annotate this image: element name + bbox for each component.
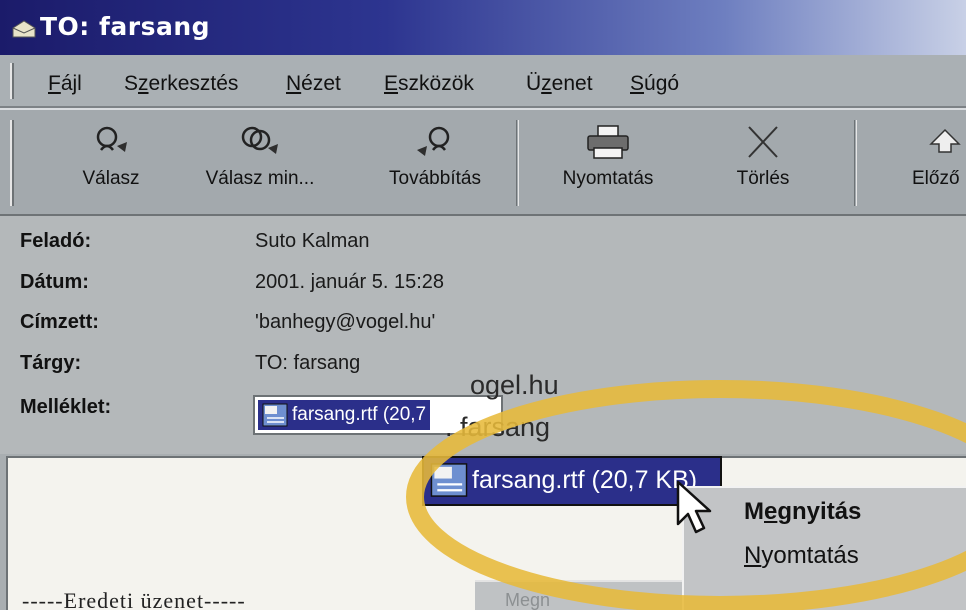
- rtf-document-icon: [262, 403, 288, 427]
- date-value: 2001. január 5. 15:28: [255, 271, 445, 293]
- attachment-chip[interactable]: farsang.rtf (20,7: [258, 400, 431, 430]
- up-arrow-icon: [929, 128, 961, 153]
- delete-button[interactable]: Törlés: [718, 124, 808, 208]
- from-label: Feladó:: [20, 230, 92, 252]
- from-value: Suto Kalman: [255, 230, 370, 252]
- original-message-separator: -----Eredeti üzenet-----: [22, 588, 246, 610]
- menu-view[interactable]: Nézet: [286, 72, 341, 96]
- reply-all-icon: [241, 126, 278, 154]
- forward-icon: [417, 126, 450, 156]
- rtf-document-icon: [430, 463, 468, 497]
- toolbar-separator: [516, 120, 519, 206]
- mail-window: TO: farsang Fájl Szerkesztés Nézet Eszkö…: [0, 0, 966, 610]
- attachment-label: Melléklet:: [20, 396, 112, 418]
- date-label: Dátum:: [20, 271, 89, 293]
- title-bar[interactable]: TO: farsang: [0, 0, 966, 55]
- subject-label: Tárgy:: [20, 352, 82, 374]
- toolbar: Válasz Válasz min... Továbbítás Nyomtatá…: [0, 108, 966, 216]
- to-label: Címzett:: [20, 311, 99, 333]
- menu-message[interactable]: Üzenet: [526, 72, 593, 96]
- toolbar-separator: [854, 120, 857, 206]
- reply-all-button[interactable]: Válasz min...: [195, 124, 325, 208]
- zoomed-to-fragment: ogel.hu: [470, 370, 559, 400]
- reply-button[interactable]: Válasz: [66, 124, 156, 208]
- window-title: TO: farsang: [40, 12, 211, 41]
- menu-bar: Fájl Szerkesztés Nézet Eszközök Üzenet S…: [0, 55, 966, 108]
- printer-icon: [587, 125, 629, 159]
- zoomed-subject-fragment: . farsang: [445, 412, 551, 442]
- to-value: 'banhegy@vogel.hu': [255, 311, 436, 333]
- print-button[interactable]: Nyomtatás: [548, 124, 668, 208]
- menu-help[interactable]: Súgó: [630, 72, 679, 96]
- context-menu-open[interactable]: Megnyitás: [744, 498, 861, 526]
- subject-value: TO: farsang: [255, 352, 361, 374]
- menubar-grip[interactable]: [10, 63, 14, 99]
- delete-x-icon: [748, 126, 778, 158]
- mouse-pointer-icon: [676, 480, 712, 534]
- reply-icon: [96, 126, 127, 152]
- context-menu-print[interactable]: Nyomtatás: [744, 542, 859, 570]
- menu-edit[interactable]: Szerkesztés: [124, 72, 238, 96]
- forward-button[interactable]: Továbbítás: [370, 124, 500, 208]
- context-menu: Megnyitás Nyomtatás: [682, 486, 966, 610]
- envelope-icon: [12, 20, 36, 38]
- previous-button[interactable]: Előző: [900, 124, 966, 208]
- menu-tools[interactable]: Eszközök: [384, 72, 474, 96]
- menu-file[interactable]: Fájl: [48, 72, 82, 96]
- toolbar-grip[interactable]: [10, 120, 14, 206]
